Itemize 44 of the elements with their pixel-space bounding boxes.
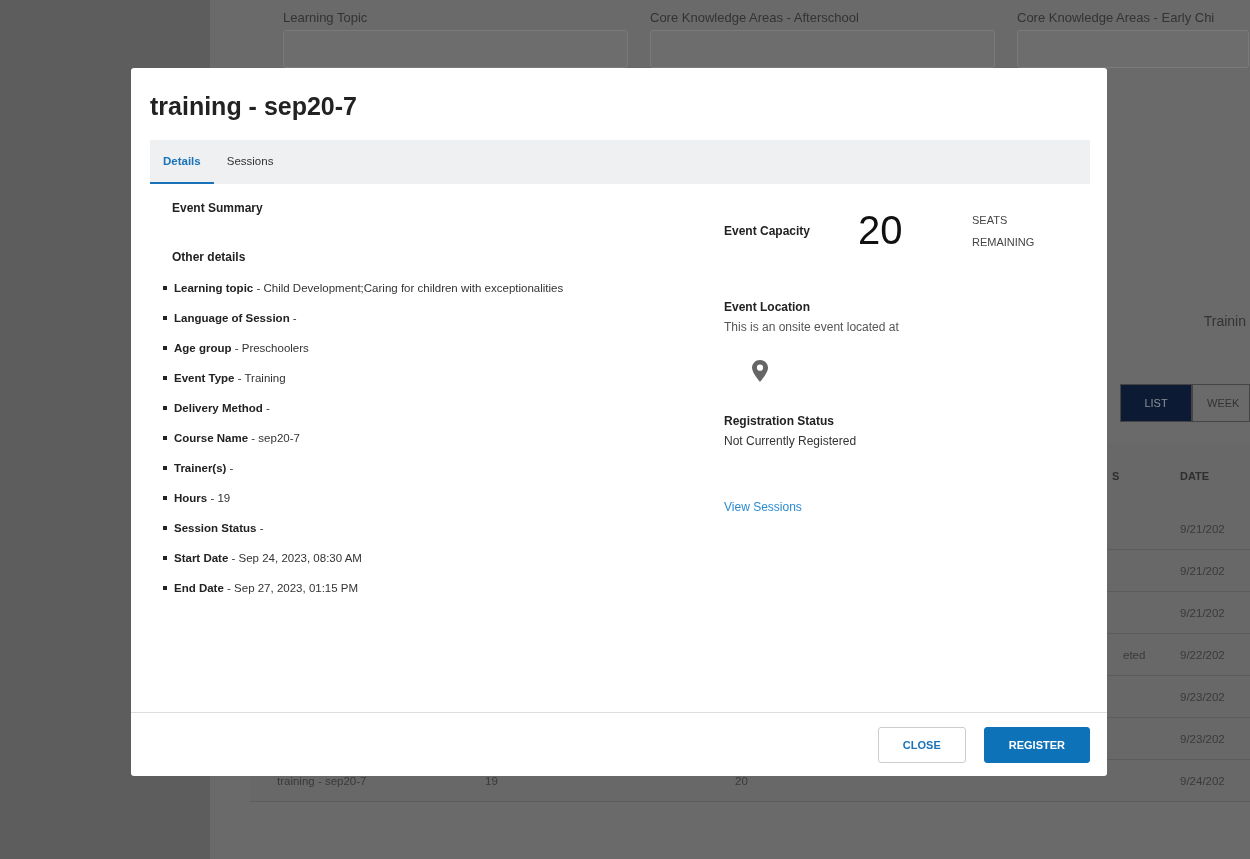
bullet-icon bbox=[163, 556, 167, 560]
detail-text: End Date - Sep 27, 2023, 01:15 PM bbox=[174, 582, 359, 594]
detail-text: Session Status - bbox=[174, 522, 264, 534]
register-button[interactable]: REGISTER bbox=[983, 726, 1090, 763]
view-sessions-link[interactable]: View Sessions bbox=[724, 500, 802, 514]
detail-text: Learning topic - Child Development;Caring for children with exceptionalities bbox=[174, 282, 564, 294]
column-header: S bbox=[1112, 470, 1120, 482]
capacity-label: Event Capacity bbox=[724, 223, 811, 238]
bullet-icon bbox=[163, 526, 167, 530]
section-heading: Other details bbox=[172, 250, 247, 264]
tab[interactable]: Sessions bbox=[213, 140, 287, 184]
detail-text: Event Type - Training bbox=[174, 372, 286, 384]
bullet-icon bbox=[163, 346, 167, 350]
detail-text: Language of Session - bbox=[174, 312, 297, 324]
registration-status: Not Currently Registered bbox=[724, 434, 858, 448]
detail-text: Age group - Preschoolers bbox=[174, 342, 309, 354]
section-heading: Registration Status bbox=[724, 414, 835, 428]
capacity-value: 20 bbox=[858, 208, 903, 252]
bullet-icon bbox=[163, 286, 167, 290]
bullet-icon bbox=[163, 376, 167, 380]
detail-text: Course Name - sep20-7 bbox=[174, 432, 300, 444]
bullet-icon bbox=[163, 496, 167, 500]
filter-input-field[interactable] bbox=[1017, 30, 1249, 68]
detail-text: Start Date - Sep 24, 2023, 08:30 AM bbox=[174, 552, 362, 564]
detail-text: Hours - 19 bbox=[174, 492, 231, 504]
close-button[interactable]: CLOSE bbox=[877, 726, 966, 763]
filter-input-field[interactable] bbox=[283, 30, 628, 68]
tab[interactable]: Details bbox=[150, 140, 214, 184]
detail-text: Delivery Method - bbox=[174, 402, 270, 414]
section-heading: Event Location bbox=[724, 300, 811, 314]
location-text: This is an onsite event located at bbox=[724, 320, 900, 334]
capacity-unit: SEATS REMAINING bbox=[972, 212, 1036, 250]
column-header: DATE bbox=[1180, 470, 1210, 482]
bullet-icon bbox=[163, 586, 167, 590]
bullet-icon bbox=[163, 316, 167, 320]
bullet-icon bbox=[163, 466, 167, 470]
dialog-title: training - sep20-7 bbox=[150, 92, 358, 122]
bullet-icon bbox=[163, 436, 167, 440]
section-heading: Event Summary bbox=[172, 201, 264, 215]
view-toggle-button[interactable]: LIST bbox=[1120, 384, 1192, 422]
location-pin-icon bbox=[752, 360, 768, 382]
filter-input-field[interactable] bbox=[650, 30, 995, 68]
detail-text: Trainer(s) - bbox=[174, 462, 234, 474]
bullet-icon bbox=[163, 406, 167, 410]
